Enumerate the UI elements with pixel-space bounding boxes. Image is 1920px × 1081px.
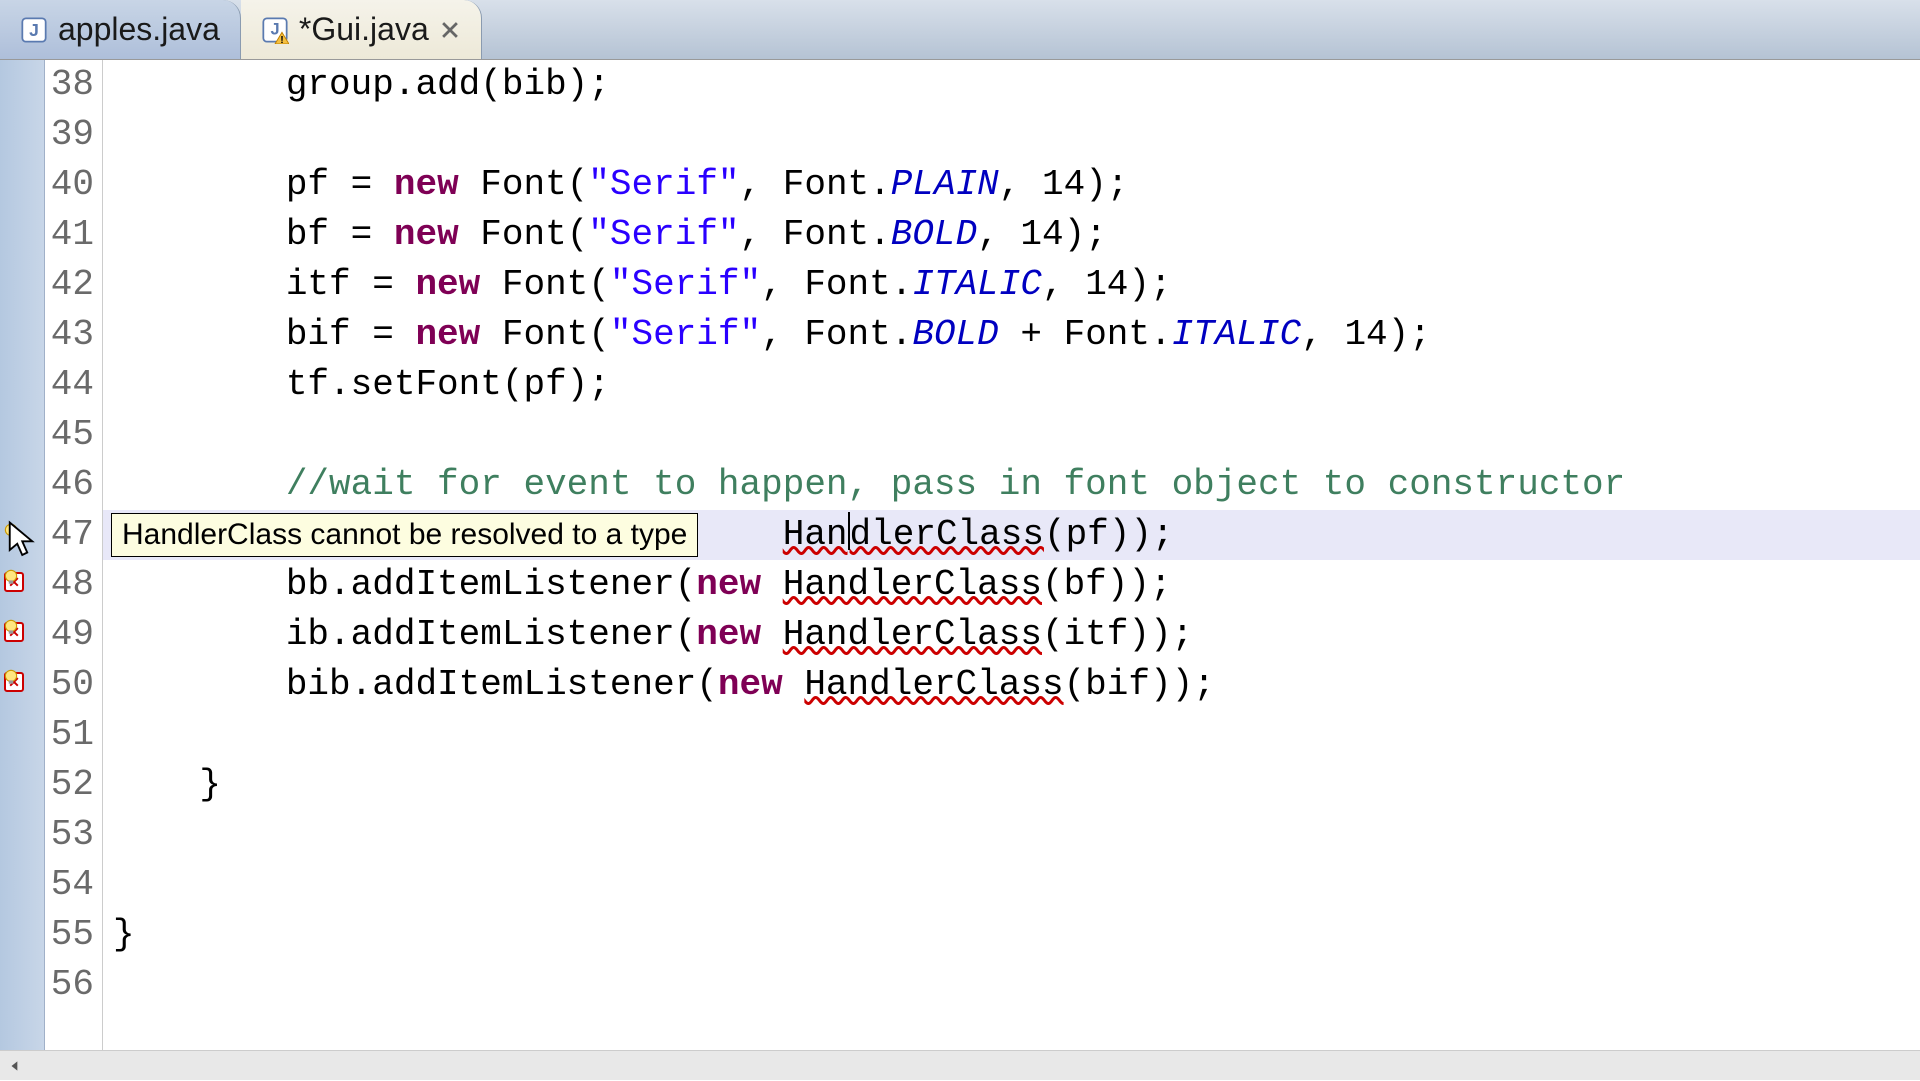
code-line: } <box>103 910 1920 960</box>
java-file-warning-icon: J! <box>261 16 289 44</box>
code-line: group.add(bib); <box>103 60 1920 110</box>
code-line: bb.addItemListener(new HandlerClass(bf))… <box>103 560 1920 610</box>
line-number: 49 <box>45 610 102 660</box>
gutter <box>0 60 45 1050</box>
code-line <box>103 960 1920 1010</box>
horizontal-scrollbar[interactable] <box>0 1050 1920 1080</box>
line-number: 54 <box>45 860 102 910</box>
line-number: 45 <box>45 410 102 460</box>
code-line <box>103 810 1920 860</box>
svg-text:!: ! <box>280 33 284 43</box>
code-line: bf = new Font("Serif", Font.BOLD, 14); <box>103 210 1920 260</box>
svg-text:J: J <box>270 20 279 38</box>
tab-label: *Gui.java <box>299 11 429 48</box>
line-number: 44 <box>45 360 102 410</box>
code-line: itf = new Font("Serif", Font.ITALIC, 14)… <box>103 260 1920 310</box>
quickfix-icon[interactable] <box>2 568 20 586</box>
code-line <box>103 110 1920 160</box>
line-number: 42 <box>45 260 102 310</box>
line-number: 55 <box>45 910 102 960</box>
line-number: 47 <box>45 510 102 560</box>
line-number: 39 <box>45 110 102 160</box>
svg-text:J: J <box>29 19 39 39</box>
line-number: 52 <box>45 760 102 810</box>
code-line: ib.addItemListener(new HandlerClass(itf)… <box>103 610 1920 660</box>
tab-gui[interactable]: J! *Gui.java <box>241 0 482 59</box>
code-line: } <box>103 760 1920 810</box>
close-icon[interactable] <box>439 19 461 41</box>
code-line <box>103 410 1920 460</box>
text-cursor <box>848 512 850 550</box>
editor-area: 38 39 40 41 42 43 44 45 46 47 48 49 50 5… <box>0 60 1920 1050</box>
error-tooltip: HandlerClass cannot be resolved to a typ… <box>111 513 698 557</box>
code-line: //wait for event to happen, pass in font… <box>103 460 1920 510</box>
quickfix-icon[interactable] <box>2 668 20 686</box>
line-number: 48 <box>45 560 102 610</box>
code-line: bif = new Font("Serif", Font.BOLD + Font… <box>103 310 1920 360</box>
code-editor[interactable]: group.add(bib); pf = new Font("Serif", F… <box>103 60 1920 1050</box>
line-number: 43 <box>45 310 102 360</box>
line-number: 56 <box>45 960 102 1010</box>
line-number: 51 <box>45 710 102 760</box>
tab-bar: J apples.java J! *Gui.java <box>0 0 1920 60</box>
line-number: 40 <box>45 160 102 210</box>
line-number: 46 <box>45 460 102 510</box>
tab-label: apples.java <box>58 11 220 48</box>
code-line: bib.addItemListener(new HandlerClass(bif… <box>103 660 1920 710</box>
quickfix-icon[interactable] <box>2 618 20 636</box>
code-line: pf = new Font("Serif", Font.PLAIN, 14); <box>103 160 1920 210</box>
line-number-column: 38 39 40 41 42 43 44 45 46 47 48 49 50 5… <box>45 60 103 1050</box>
code-line: tf.setFont(pf); <box>103 360 1920 410</box>
code-line <box>103 710 1920 760</box>
line-number: 41 <box>45 210 102 260</box>
line-number: 38 <box>45 60 102 110</box>
line-number: 50 <box>45 660 102 710</box>
java-file-icon: J <box>20 16 48 44</box>
mouse-cursor-icon <box>6 520 36 560</box>
code-line <box>103 860 1920 910</box>
scroll-left-icon[interactable] <box>0 1051 30 1081</box>
line-number: 53 <box>45 810 102 860</box>
tab-apples[interactable]: J apples.java <box>0 0 241 59</box>
